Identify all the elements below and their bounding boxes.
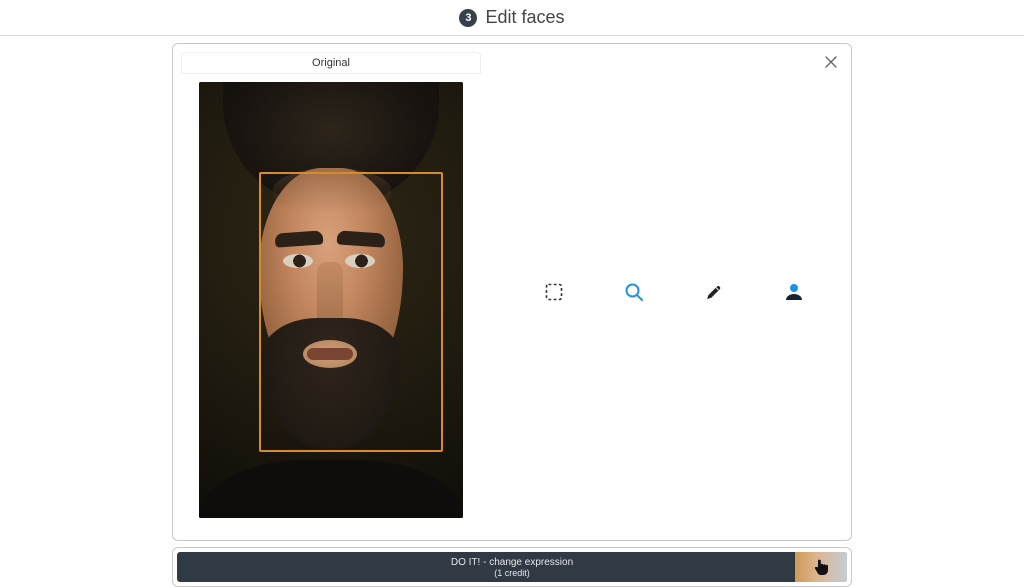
cursor-hover-region [795,552,847,582]
face-detection-box[interactable] [259,172,443,452]
close-icon [825,56,837,68]
action-bar: DO IT! - change expression (1 credit) [172,547,852,587]
page-header: 3 Edit faces [0,0,1024,36]
close-button[interactable] [821,52,841,72]
tab-label: Original [312,57,350,69]
do-it-button[interactable]: DO IT! - change expression (1 credit) [177,552,847,582]
edit-tool-button[interactable] [701,279,727,305]
do-it-sublabel: (1 credit) [177,568,847,578]
edit-panel: Original [172,43,852,541]
pencil-icon [705,283,723,301]
tool-row [541,279,807,305]
original-photo[interactable] [199,82,463,518]
magnifier-icon [624,282,644,302]
pointer-cursor-icon [813,558,829,576]
original-column: Original [181,52,481,532]
selection-dashed-icon [545,283,563,301]
zoom-tool-button[interactable] [621,279,647,305]
do-it-label: DO IT! - change expression [177,557,847,568]
person-tool-button[interactable] [781,279,807,305]
selection-tool-button[interactable] [541,279,567,305]
page-title: Edit faces [485,7,564,28]
person-icon [784,282,804,302]
step-number-badge: 3 [459,9,477,27]
tools-column [505,52,843,532]
tab-original[interactable]: Original [181,52,481,74]
